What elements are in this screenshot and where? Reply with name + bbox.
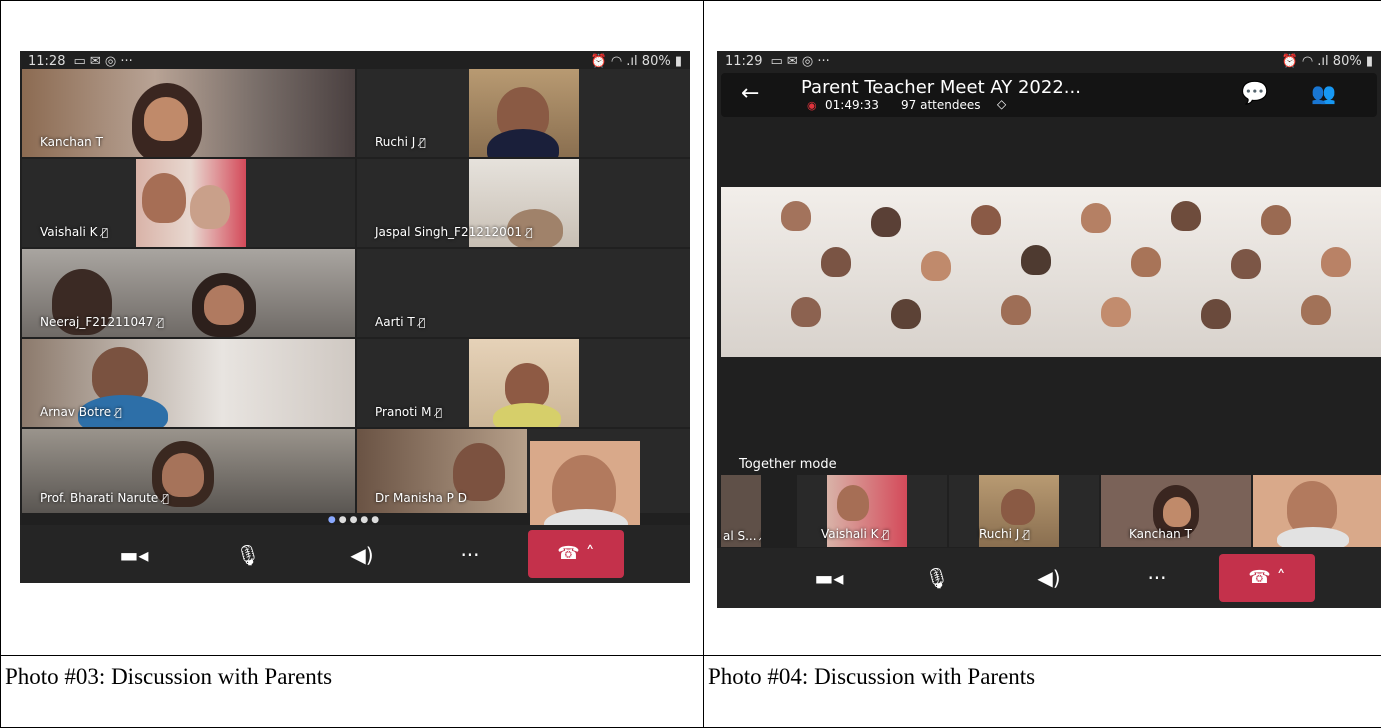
participant-name: al S... [723,529,757,543]
mic-off-icon: 🎙̸ [102,226,109,239]
mic-off-icon: 🎙̸ [162,492,169,505]
participant-name: Arnav Botre [40,405,111,419]
video-tile[interactable]: Jaspal Singh_F21212001 🎙̸ [357,159,690,247]
meeting-duration: 01:49:33 [825,98,879,112]
status-bar: 11:29 ▭ ✉ ◎ ··· ⏰ ◠ .ıl 80% ▮ [717,51,1381,71]
photo-caption: Photo #03: Discussion with Parents [1,656,703,690]
call-controls: ▬◂ 🎙 ◀) ··· ☎ ˄ [20,525,690,583]
participant-name: Jaspal Singh_F21212001 [375,225,522,239]
mic-icon[interactable]: 🎙 [228,541,268,569]
mode-label: Together mode [739,457,837,472]
participant-name: Neeraj_F21211047 [40,315,153,329]
recording-icon: ◉ [807,99,817,112]
speaker-icon[interactable]: ◀) [342,541,382,569]
mic-off-icon: 🎙̸ [435,406,442,419]
self-view[interactable] [1253,475,1381,547]
right-photo-cell: 11:29 ▭ ✉ ◎ ··· ⏰ ◠ .ıl 80% ▮ ← Parent T… [704,1,1381,656]
meeting-header: ← Parent Teacher Meet AY 2022... ◉ 01:49… [721,73,1377,117]
left-caption-cell: Photo #03: Discussion with Parents [1,656,704,728]
participant-name: Dr Manisha P D [375,491,467,505]
more-icon[interactable]: ··· [1137,564,1177,592]
end-call-button[interactable]: ☎ ˄ [528,530,624,578]
video-tile[interactable]: Aarti T 🎙̸ [357,249,690,337]
chat-icon[interactable]: 💬 [1241,81,1268,106]
video-tile[interactable]: Ruchi J 🎙̸ [357,69,690,157]
shield-icon: ◇ [997,97,1006,111]
participant-name: Ruchi J [979,527,1019,541]
video-tile[interactable]: Neeraj_F21211047 🎙̸ [22,249,355,337]
together-mode-view [721,187,1381,357]
participants-icon[interactable]: 👥 [1311,81,1336,105]
video-tile[interactable]: Vaishali K 🎙̸ [797,475,947,547]
mic-icon[interactable]: 🎙 [917,564,957,592]
left-photo-cell: 11:28 ▭ ✉ ◎ ··· ⏰ ◠ .ıl 80% ▮ Kanchan T … [1,1,704,656]
meeting-title: Parent Teacher Meet AY 2022... [801,77,1081,98]
attendee-count: 97 attendees [901,98,980,112]
video-tile[interactable]: Pranoti M 🎙̸ [357,339,690,427]
teams-gallery-screenshot: 11:28 ▭ ✉ ◎ ··· ⏰ ◠ .ıl 80% ▮ Kanchan T … [20,51,690,583]
participant-name: Vaishali K [821,527,879,541]
video-tile[interactable]: Prof. Bharati Narute 🎙̸ [22,429,355,513]
status-bar: 11:28 ▭ ✉ ◎ ··· ⏰ ◠ .ıl 80% ▮ [20,51,690,71]
video-tile[interactable]: Kanchan T [1101,475,1251,547]
notification-icons: ▭ ✉ ◎ ··· [770,54,829,69]
mic-off-icon: 🎙̸ [419,316,426,329]
video-tile[interactable]: al S...🎙̸ [721,475,761,547]
camera-icon[interactable]: ▬◂ [809,564,849,592]
video-tile[interactable]: Arnav Botre 🎙̸ [22,339,355,427]
self-view[interactable] [530,441,640,537]
participant-name: Aarti T [375,315,415,329]
call-controls: ▬◂ 🎙 ◀) ··· ☎ ˄ [717,548,1381,608]
video-tile[interactable]: Vaishali K 🎙̸ [22,159,355,247]
video-tile[interactable]: Ruchi J 🎙̸ [949,475,1099,547]
video-tile[interactable]: Kanchan T [22,69,355,157]
right-caption-cell: Photo #04: Discussion with Parents [704,656,1381,728]
end-call-button[interactable]: ☎ ˄ [1219,554,1315,602]
mic-off-icon: 🎙̸ [157,316,164,329]
more-icon[interactable]: ··· [450,541,490,569]
mic-off-icon: 🎙̸ [419,136,426,149]
participant-name: Ruchi J [375,135,415,149]
participant-name: Kanchan T [1129,527,1192,541]
photo-table: 11:28 ▭ ✉ ◎ ··· ⏰ ◠ .ıl 80% ▮ Kanchan T … [0,0,1381,728]
participant-name: Vaishali K [40,225,98,239]
photo-caption: Photo #04: Discussion with Parents [704,656,1381,690]
back-arrow-icon[interactable]: ← [741,81,759,106]
camera-icon[interactable]: ▬◂ [114,541,154,569]
participant-name: Prof. Bharati Narute [40,491,158,505]
teams-together-mode-screenshot: 11:29 ▭ ✉ ◎ ··· ⏰ ◠ .ıl 80% ▮ ← Parent T… [717,51,1381,608]
status-time: 11:29 [725,54,762,69]
mic-off-icon: 🎙̸ [526,226,533,239]
participant-name: Pranoti M [375,405,431,419]
mic-off-icon: 🎙̸ [115,406,122,419]
battery-indicator: ⏰ ◠ .ıl 80% ▮ [1282,54,1374,69]
page-indicator[interactable]: ●●●●● [328,515,382,525]
video-tile[interactable]: Dr Manisha P D [357,429,690,513]
battery-indicator: ⏰ ◠ .ıl 80% ▮ [591,54,683,69]
participant-name: Kanchan T [40,135,103,149]
status-time: 11:28 [28,54,65,69]
speaker-icon[interactable]: ◀) [1029,564,1069,592]
mic-off-icon: 🎙̸ [883,528,890,541]
notification-icons: ▭ ✉ ◎ ··· [73,54,132,69]
mic-off-icon: 🎙̸ [1023,528,1030,541]
